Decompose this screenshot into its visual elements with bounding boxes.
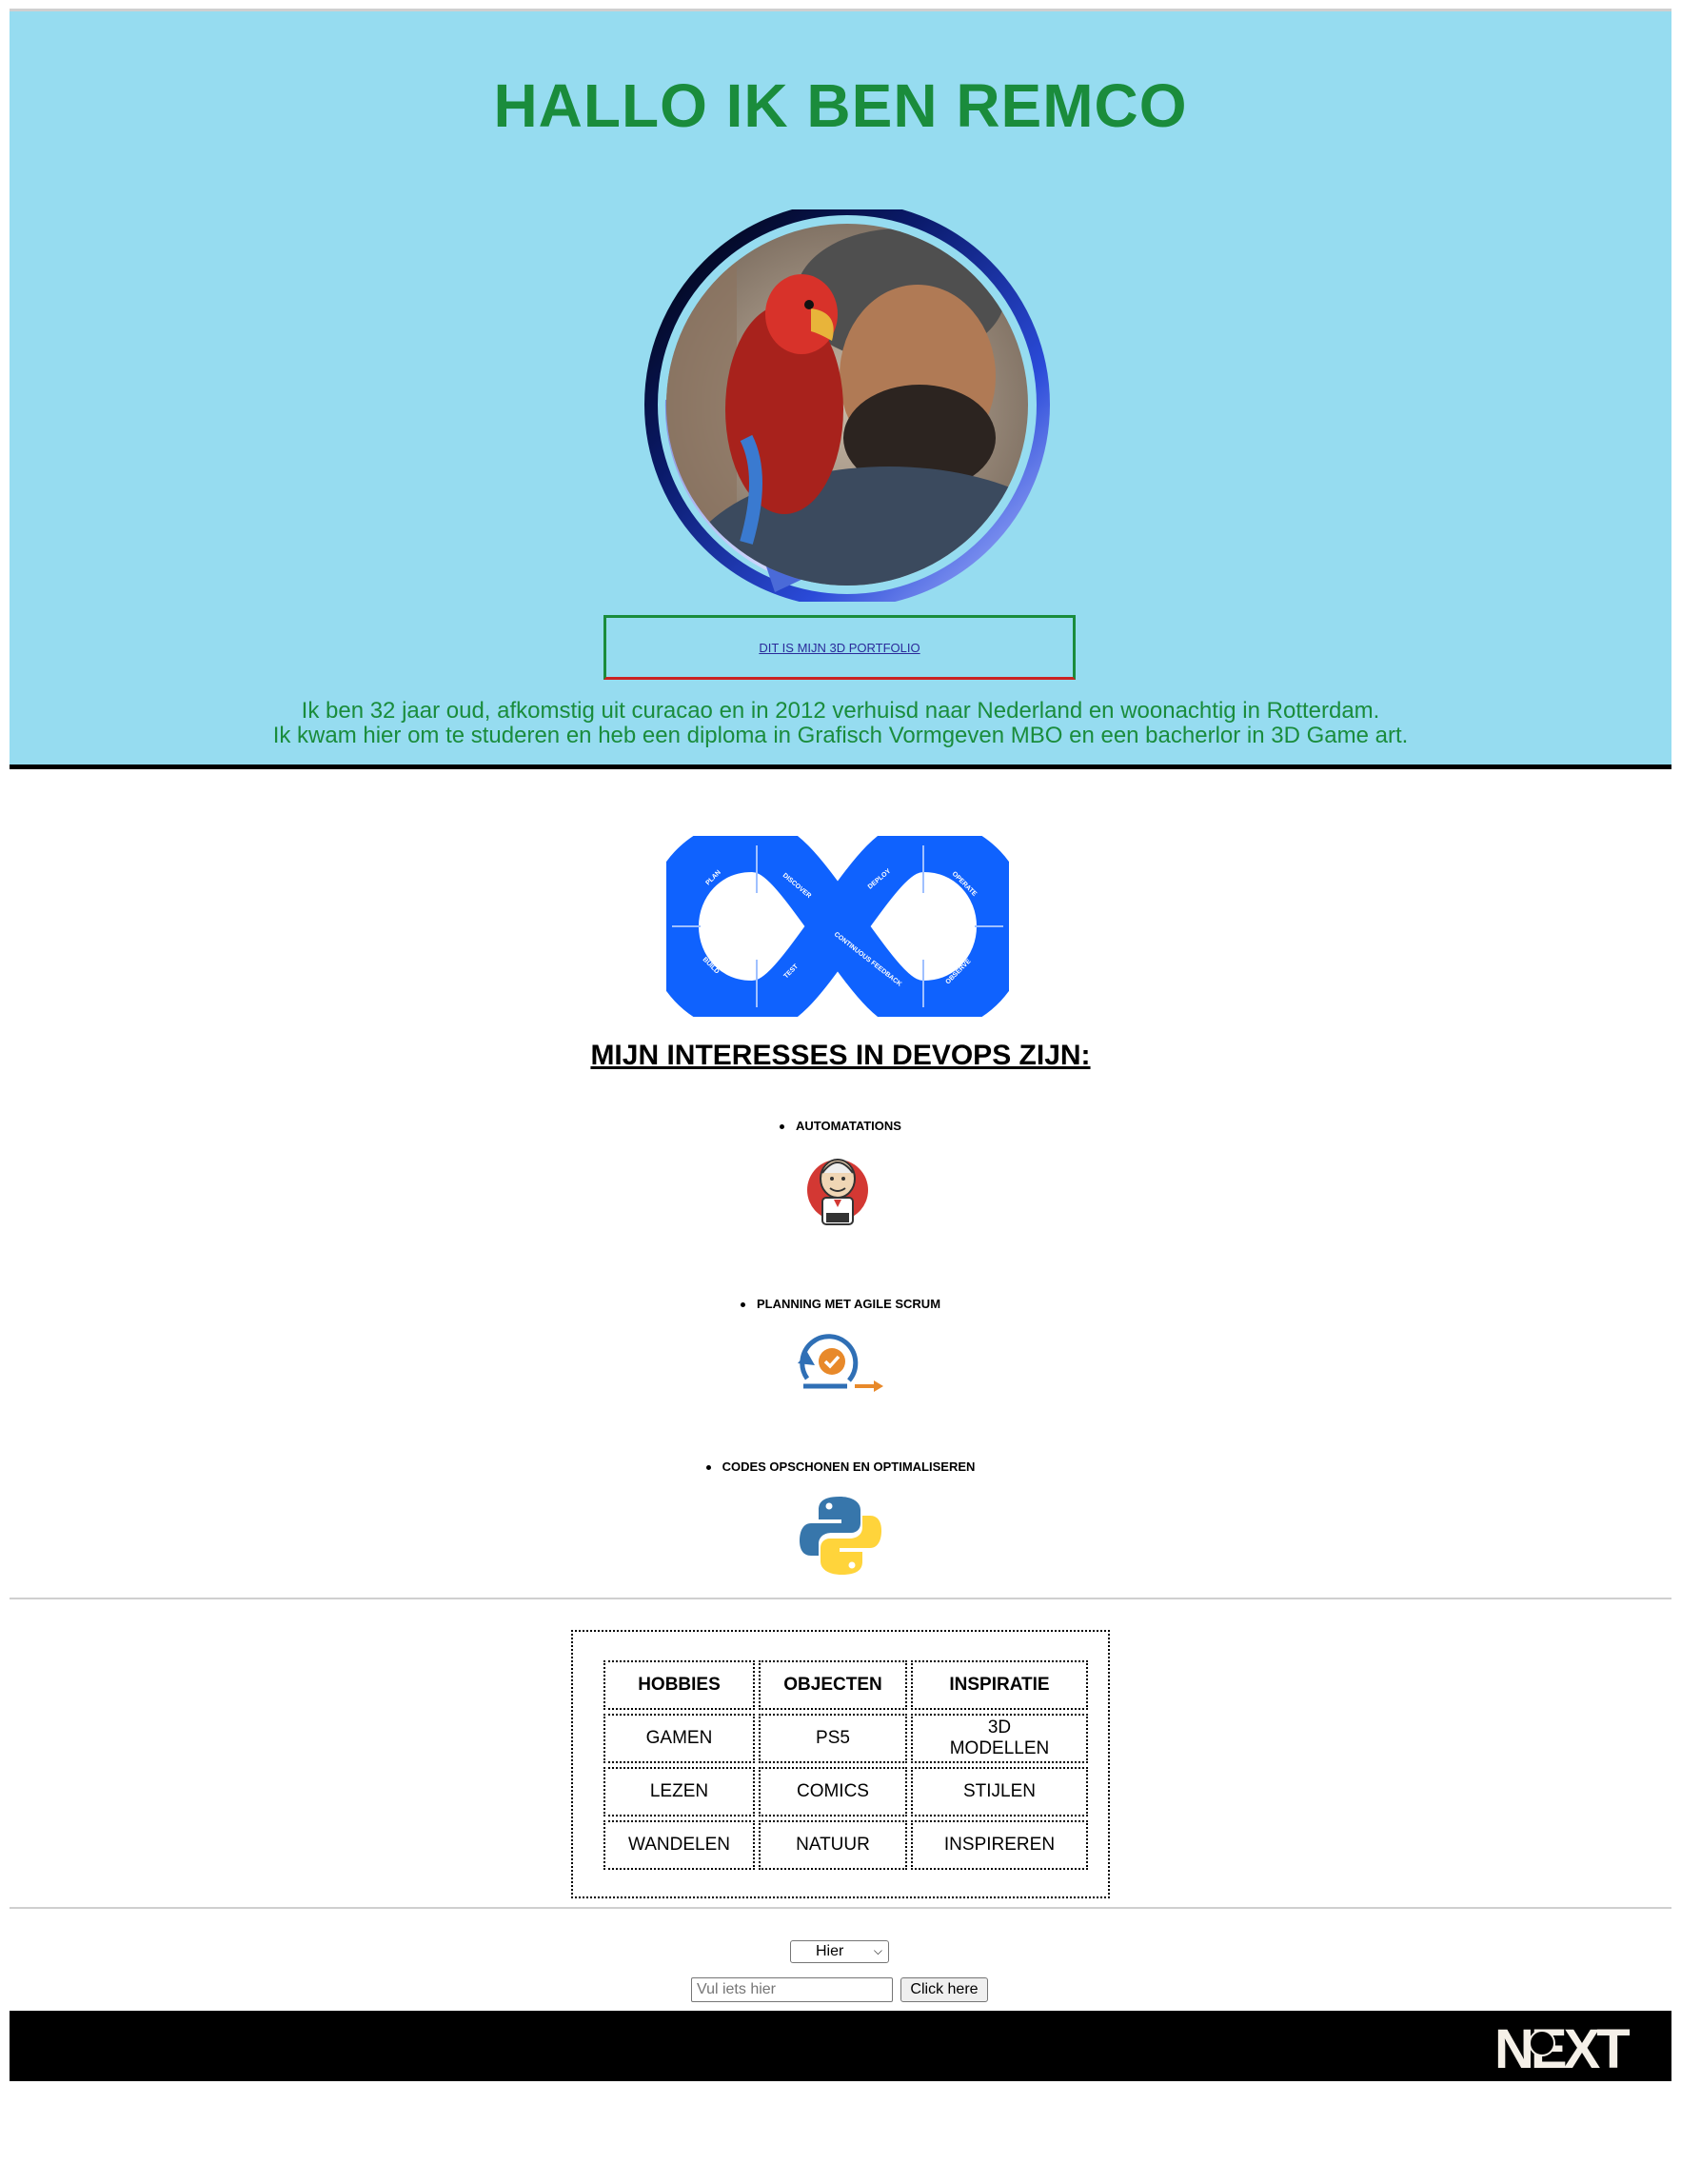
agile-sprint-icon — [796, 1329, 885, 1398]
chevron-down-icon: ⌵ — [873, 1944, 882, 1957]
bullet-icon — [780, 1124, 784, 1130]
portfolio-link[interactable]: DIT IS MIJN 3D PORTFOLIO — [759, 641, 920, 655]
interest-label: CODES OPSCHONEN EN OPTIMALISEREN — [722, 1459, 976, 1474]
interest-label: PLANNING MET AGILE SCRUM — [756, 1297, 941, 1311]
table-cell: WANDELEN — [603, 1820, 755, 1870]
text-input[interactable] — [691, 1977, 893, 2002]
submit-button[interactable]: Click here — [900, 1977, 988, 2002]
portfolio-box: DIT IS MIJN 3D PORTFOLIO — [603, 615, 1076, 680]
footer: NEXT — [10, 2011, 1671, 2081]
hobbies-table: HOBBIES OBJECTEN INSPIRATIE GAMEN PS5 3D… — [600, 1657, 1092, 1874]
bullet-icon — [740, 1302, 745, 1308]
devops-infinity-logo: PLAN DISCOVER DEPLOY OPERATE BUILD TEST … — [644, 818, 1031, 1035]
table-cell: INSPIREREN — [910, 1820, 1088, 1870]
jenkins-icon — [807, 1150, 868, 1234]
table-cell: 3D MODELLEN — [910, 1714, 1088, 1763]
bio-line-1: Ik ben 32 jaar oud, afkomstig uit curaca… — [301, 698, 1380, 724]
table-row: LEZEN COMICS STIJLEN — [603, 1767, 1088, 1817]
interest-item: CODES OPSCHONEN EN OPTIMALISEREN — [0, 1459, 1681, 1474]
table-cell: PS5 — [758, 1714, 907, 1763]
next-logo-text: NEXT — [1494, 2018, 1630, 2074]
top-border — [0, 0, 1681, 11]
interest-item: PLANNING MET AGILE SCRUM — [0, 1297, 1681, 1311]
hero-section: HALLO IK BEN REMCO DIT IS MIJN 3D PORTFO… — [10, 11, 1671, 769]
bio-text: Ik ben 32 jaar oud, afkomstig uit curaca… — [10, 699, 1671, 748]
devops-title: MIJN INTERESSES IN DEVOPS ZIJN: — [590, 1040, 1091, 1071]
choice-select[interactable]: Hier ⌵ — [790, 1940, 889, 1963]
hobbies-table-container: HOBBIES OBJECTEN INSPIRATIE GAMEN PS5 3D… — [571, 1630, 1110, 1898]
interest-label: AUTOMATATIONS — [796, 1119, 901, 1133]
select-value: Hier — [816, 1943, 844, 1959]
divider — [10, 1598, 1671, 1599]
table-header: OBJECTEN — [758, 1660, 907, 1710]
table-cell: COMICS — [758, 1767, 907, 1817]
bullet-icon — [705, 1465, 711, 1471]
interest-item: AUTOMATATIONS — [0, 1119, 1681, 1133]
next-logo: NEXT — [1494, 2018, 1658, 2080]
page-title: HALLO IK BEN REMCO — [493, 71, 1188, 140]
table-cell: STIJLEN — [910, 1767, 1088, 1817]
table-header: INSPIRATIE — [910, 1660, 1088, 1710]
python-icon — [800, 1495, 881, 1577]
table-cell: LEZEN — [603, 1767, 755, 1817]
bio-line-2: Ik kwam hier om te studeren en heb een d… — [272, 723, 1409, 748]
table-row: GAMEN PS5 3D MODELLEN — [603, 1714, 1088, 1763]
table-row: WANDELEN NATUUR INSPIREREN — [603, 1820, 1088, 1870]
table-cell: NATUUR — [758, 1820, 907, 1870]
table-header: HOBBIES — [603, 1660, 755, 1710]
table-header-row: HOBBIES OBJECTEN INSPIRATIE — [603, 1660, 1088, 1710]
profile-photo — [642, 209, 1053, 602]
table-cell: GAMEN — [603, 1714, 755, 1763]
divider — [10, 1907, 1671, 1909]
